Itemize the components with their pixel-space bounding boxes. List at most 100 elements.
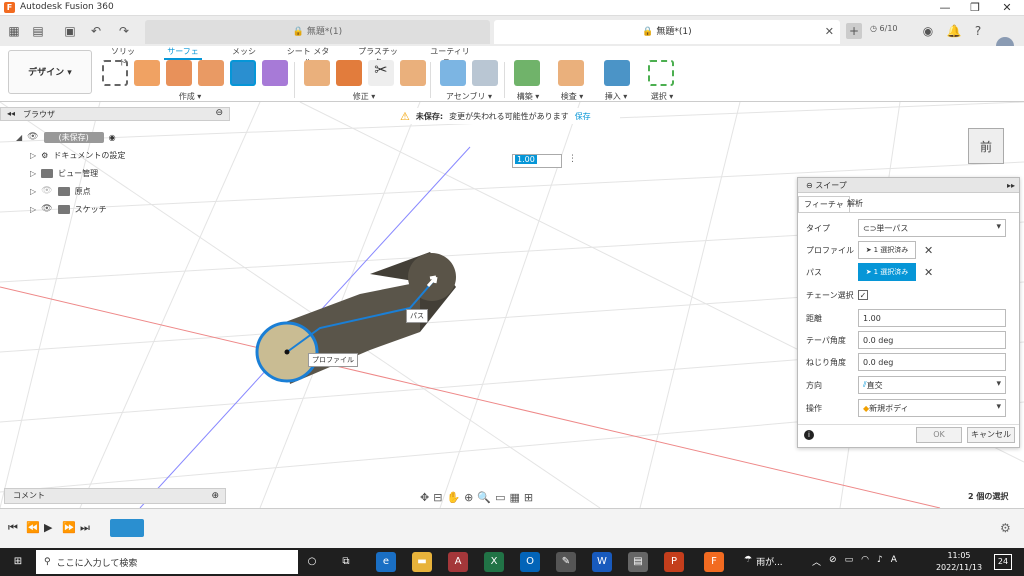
tab-mesh[interactable]: メッシュ bbox=[230, 46, 258, 67]
file-icon[interactable]: ▤ bbox=[30, 23, 46, 39]
tab-surface[interactable]: サーフェス bbox=[164, 46, 202, 67]
ime-mode[interactable]: A bbox=[891, 555, 897, 568]
delete-face-icon[interactable] bbox=[336, 60, 362, 86]
tab-document-1[interactable]: 🔒 無題*(1) bbox=[145, 20, 490, 44]
online-status-icon[interactable]: ◉ bbox=[920, 23, 936, 39]
tree-root[interactable]: ◢ 👁 (未保存) ◉ bbox=[16, 129, 116, 145]
taper-input[interactable]: 0.0 deg bbox=[858, 331, 1006, 349]
pan-icon[interactable]: ✋ bbox=[446, 491, 460, 504]
edge-icon[interactable]: e bbox=[376, 552, 396, 572]
powerpoint-icon[interactable]: P bbox=[664, 552, 684, 572]
group-construct[interactable]: 構築 ▾ bbox=[508, 91, 548, 102]
new-tab-button[interactable]: + bbox=[846, 23, 862, 39]
viewports-icon[interactable]: ⊞ bbox=[524, 491, 533, 504]
more-options-icon[interactable]: ⋮ bbox=[568, 154, 577, 164]
tab-analysis[interactable]: 解析 bbox=[842, 196, 868, 212]
distance-input[interactable]: 1.00 bbox=[858, 309, 1006, 327]
tree-item-named-views[interactable]: ▷ ビュー管理 bbox=[30, 165, 98, 181]
construct-plane-icon[interactable] bbox=[514, 60, 540, 86]
tab-solid[interactable]: ソリッド bbox=[110, 46, 136, 67]
sweep-icon[interactable] bbox=[230, 60, 256, 86]
tree-item-origin[interactable]: ▷ 👁 原点 bbox=[30, 183, 91, 199]
tree-item-sketches[interactable]: ▷ 👁 スケッチ bbox=[30, 201, 107, 217]
save-link[interactable]: 保存 bbox=[575, 111, 591, 122]
first-step-icon[interactable]: ⏮ bbox=[8, 521, 18, 535]
group-insert[interactable]: 挿入 ▾ bbox=[596, 91, 636, 102]
zoom-window-icon[interactable]: 🔍 bbox=[477, 491, 491, 504]
look-at-icon[interactable]: ⊟ bbox=[433, 491, 442, 504]
close-button[interactable]: ✕ bbox=[992, 0, 1022, 16]
job-status[interactable]: ◷ 6/10 bbox=[870, 24, 898, 33]
wifi-icon[interactable]: ◠ bbox=[861, 555, 869, 568]
twist-input[interactable]: 0.0 deg bbox=[858, 353, 1006, 371]
notepad-icon[interactable]: ▤ bbox=[628, 552, 648, 572]
workspace-dropdown[interactable]: デザイン ▾ bbox=[8, 50, 92, 94]
group-inspect[interactable]: 検査 ▾ bbox=[552, 91, 592, 102]
path-select-button[interactable]: ➤ 1 選択済み bbox=[858, 263, 916, 281]
close-tab-icon[interactable]: ✕ bbox=[825, 20, 834, 44]
taskbar-search-input[interactable]: ⚲ ここに入力して検索 bbox=[36, 550, 298, 574]
grid-menu-icon[interactable]: ▦ bbox=[6, 23, 22, 39]
extrude-icon[interactable] bbox=[134, 60, 160, 86]
battery-icon[interactable]: ▭ bbox=[845, 555, 854, 568]
collapse-triangle-icon[interactable]: ◢ bbox=[16, 133, 22, 142]
grid-settings-icon[interactable]: ▦ bbox=[509, 491, 519, 504]
box-icon[interactable] bbox=[262, 60, 288, 86]
dialog-header[interactable]: ⊖ スイープ ▸▸ bbox=[798, 178, 1019, 193]
new-component-icon[interactable] bbox=[440, 60, 466, 86]
next-step-icon[interactable]: ⏩ bbox=[62, 521, 76, 534]
help-icon[interactable]: ? bbox=[970, 23, 986, 39]
add-comment-icon[interactable]: ⊕ bbox=[211, 489, 219, 503]
viewcube[interactable]: 前 bbox=[968, 128, 1004, 164]
select-icon[interactable] bbox=[648, 60, 674, 86]
browser-panel-header[interactable]: ◂◂ ブラウザ ⊖ bbox=[0, 107, 230, 121]
windows-start-icon[interactable]: ⊞ bbox=[8, 552, 28, 572]
distance-manipulator-input[interactable]: 1.00 bbox=[512, 154, 562, 168]
play-icon[interactable]: ▶ bbox=[44, 521, 52, 534]
group-create[interactable]: 作成 ▾ bbox=[170, 91, 210, 102]
zoom-icon[interactable]: ⊕ bbox=[464, 491, 473, 504]
clock[interactable]: 11:05 2022/11/13 bbox=[934, 550, 984, 574]
word-icon[interactable]: W bbox=[592, 552, 612, 572]
expand-triangle-icon[interactable]: ▷ bbox=[30, 169, 36, 178]
operation-dropdown[interactable]: ◆ 新規ボディ bbox=[858, 399, 1006, 417]
create-sketch-icon[interactable] bbox=[102, 60, 128, 86]
explorer-icon[interactable]: ▬ bbox=[412, 552, 432, 572]
group-modify[interactable]: 修正 ▾ bbox=[344, 91, 384, 102]
tab-plastic[interactable]: プラスチック bbox=[358, 46, 398, 67]
clear-profile-icon[interactable]: ✕ bbox=[924, 244, 933, 257]
tab-sheet-metal[interactable]: シート メタル bbox=[284, 46, 332, 67]
loft-icon[interactable] bbox=[166, 60, 192, 86]
tree-item-document-settings[interactable]: ▷ ⚙ ドキュメントの設定 bbox=[30, 147, 125, 163]
save-icon[interactable]: ▣ bbox=[62, 23, 78, 39]
undo-icon[interactable]: ↶ bbox=[88, 23, 104, 39]
cortana-icon[interactable]: ○ bbox=[302, 552, 322, 572]
expand-triangle-icon[interactable]: ▷ bbox=[30, 187, 36, 196]
timeline-settings-icon[interactable]: ⚙ bbox=[1000, 521, 1011, 535]
revolve-icon[interactable] bbox=[198, 60, 224, 86]
offset-icon[interactable] bbox=[304, 60, 330, 86]
profile-select-button[interactable]: ➤ 1 選択済み bbox=[858, 241, 916, 259]
eye-icon[interactable]: 👁 bbox=[41, 204, 52, 214]
fusion-taskbar-icon[interactable]: F bbox=[704, 552, 724, 572]
maximize-button[interactable]: ❐ bbox=[960, 0, 990, 16]
cancel-button[interactable]: キャンセル bbox=[967, 427, 1015, 443]
minimize-button[interactable]: — bbox=[930, 0, 960, 16]
eye-icon[interactable]: 👁 bbox=[27, 132, 38, 142]
security-icon[interactable]: ⊘ bbox=[829, 555, 837, 568]
eye-hidden-icon[interactable]: 👁 bbox=[41, 186, 52, 196]
group-select[interactable]: 選択 ▾ bbox=[642, 91, 682, 102]
activate-radio-icon[interactable]: ◉ bbox=[109, 133, 116, 142]
expand-dialog-icon[interactable]: ▸▸ bbox=[1007, 178, 1015, 193]
comments-panel[interactable]: コメント ⊕ bbox=[4, 488, 226, 504]
volume-icon[interactable]: ♪ bbox=[877, 555, 883, 568]
type-dropdown[interactable]: ⊂⊃ 単一パス bbox=[858, 219, 1006, 237]
clear-path-icon[interactable]: ✕ bbox=[924, 266, 933, 279]
access-icon[interactable]: A bbox=[448, 552, 468, 572]
insert-image-icon[interactable] bbox=[604, 60, 630, 86]
expand-triangle-icon[interactable]: ▷ bbox=[30, 151, 36, 160]
collapse-icon[interactable]: ◂◂ bbox=[7, 109, 15, 118]
notifications-badge[interactable]: 24 bbox=[994, 554, 1012, 570]
orientation-dropdown[interactable]: ⫽ 直交 bbox=[858, 376, 1006, 394]
info-icon[interactable]: i bbox=[804, 430, 814, 440]
